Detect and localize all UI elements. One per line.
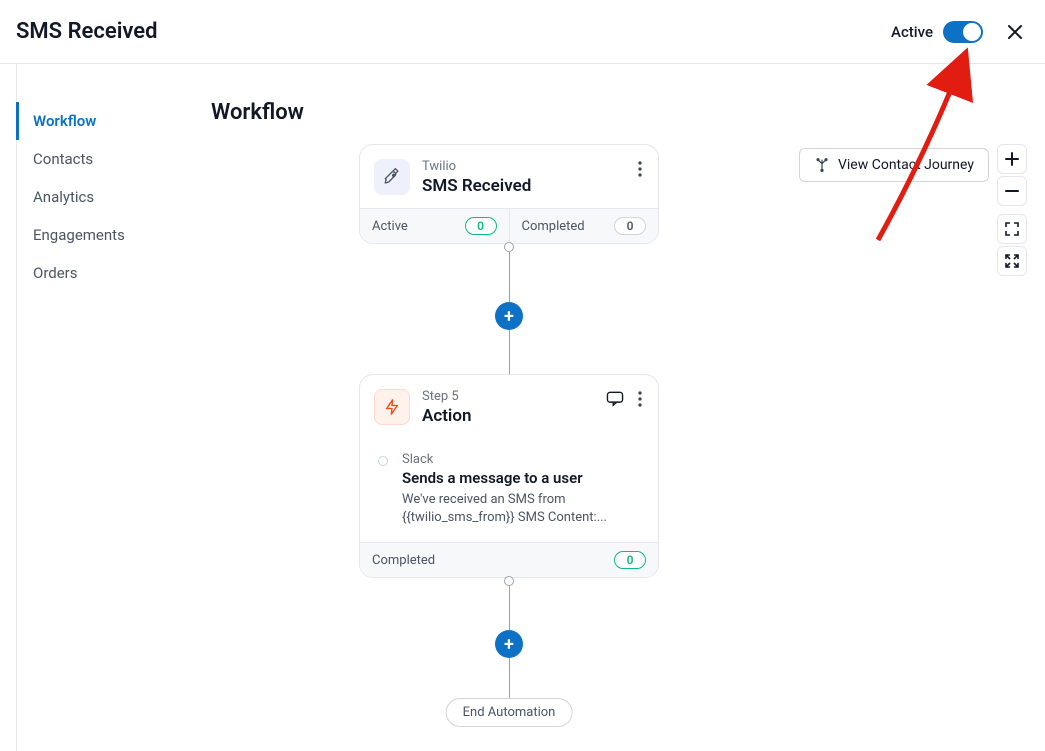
step-item-title: Sends a message to a user — [402, 469, 644, 487]
close-icon — [1006, 23, 1024, 41]
step-card[interactable]: Step 5 Action — [359, 374, 659, 578]
sidebar-item-engagements[interactable]: Engagements — [16, 216, 211, 254]
stat-active: Active 0 — [360, 209, 509, 243]
fullscreen-icon — [1005, 254, 1019, 268]
step-item-description: We've received an SMS from {{twilio_sms_… — [402, 491, 612, 526]
connector — [509, 658, 510, 698]
connector — [509, 252, 510, 302]
lightning-icon — [374, 389, 410, 425]
trigger-menu-button[interactable] — [636, 159, 644, 179]
zoom-out-button[interactable] — [997, 176, 1027, 206]
sidebar: Workflow Contacts Analytics Engagements … — [16, 64, 211, 751]
active-label: Active — [891, 23, 933, 41]
toggle-knob — [963, 23, 981, 41]
stat-completed: Completed 0 — [360, 543, 658, 577]
card-header: Step 5 Action — [360, 375, 658, 438]
trigger-stats: Active 0 Completed 0 — [360, 208, 658, 243]
trigger-provider: Twilio — [422, 159, 624, 174]
bullet-dot — [378, 456, 388, 466]
step-stats: Completed 0 — [360, 542, 658, 577]
sidebar-item-analytics[interactable]: Analytics — [16, 178, 211, 216]
stat-active-value: 0 — [465, 217, 497, 235]
connector — [509, 586, 510, 630]
page-title: SMS Received — [16, 19, 891, 44]
trigger-title: SMS Received — [422, 176, 624, 196]
minus-icon — [1005, 184, 1019, 198]
rocket-icon — [374, 159, 410, 195]
header: SMS Received Active — [0, 0, 1045, 64]
expand-icon — [1005, 222, 1019, 236]
sidebar-item-contacts[interactable]: Contacts — [16, 140, 211, 178]
stat-completed-label: Completed — [522, 219, 585, 234]
chat-icon — [606, 391, 624, 407]
end-automation[interactable]: End Automation — [446, 698, 573, 727]
node-dot — [504, 242, 514, 252]
sidebar-item-orders[interactable]: Orders — [16, 254, 211, 292]
add-step-button[interactable]: + — [495, 630, 523, 658]
card-header: Twilio SMS Received — [360, 145, 658, 208]
journey-label: View Contact Journey — [838, 157, 974, 173]
stat-active-label: Active — [372, 219, 408, 234]
close-button[interactable] — [1001, 18, 1029, 46]
step-title: Action — [422, 406, 592, 426]
plus-icon — [1005, 152, 1019, 166]
stat-completed-label: Completed — [372, 553, 435, 568]
kebab-icon — [638, 391, 642, 407]
view-contact-journey-button[interactable]: View Contact Journey — [799, 148, 989, 182]
stat-completed: Completed 0 — [509, 209, 659, 243]
node-dot — [504, 576, 514, 586]
trigger-card[interactable]: Twilio SMS Received Active 0 — [359, 144, 659, 244]
comment-button[interactable] — [604, 389, 626, 409]
sidebar-item-workflow[interactable]: Workflow — [16, 102, 211, 140]
step-supertitle: Step 5 — [422, 389, 592, 404]
active-toggle-group: Active — [891, 21, 983, 43]
zoom-controls — [997, 144, 1027, 276]
fullscreen-button[interactable] — [997, 246, 1027, 276]
add-step-button[interactable]: + — [495, 302, 523, 330]
kebab-icon — [638, 161, 642, 177]
connector — [509, 330, 510, 374]
step-body: Slack Sends a message to a user We've re… — [360, 438, 658, 542]
body: Workflow Contacts Analytics Engagements … — [0, 64, 1045, 751]
fit-screen-button[interactable] — [997, 214, 1027, 244]
zoom-in-button[interactable] — [997, 144, 1027, 174]
step-menu-button[interactable] — [636, 389, 644, 409]
branch-icon — [814, 157, 830, 173]
stat-completed-value: 0 — [614, 551, 646, 569]
step-item-provider: Slack — [402, 452, 644, 467]
step-item[interactable]: Slack Sends a message to a user We've re… — [374, 442, 644, 526]
stat-completed-value: 0 — [614, 217, 646, 235]
active-toggle[interactable] — [943, 21, 983, 43]
